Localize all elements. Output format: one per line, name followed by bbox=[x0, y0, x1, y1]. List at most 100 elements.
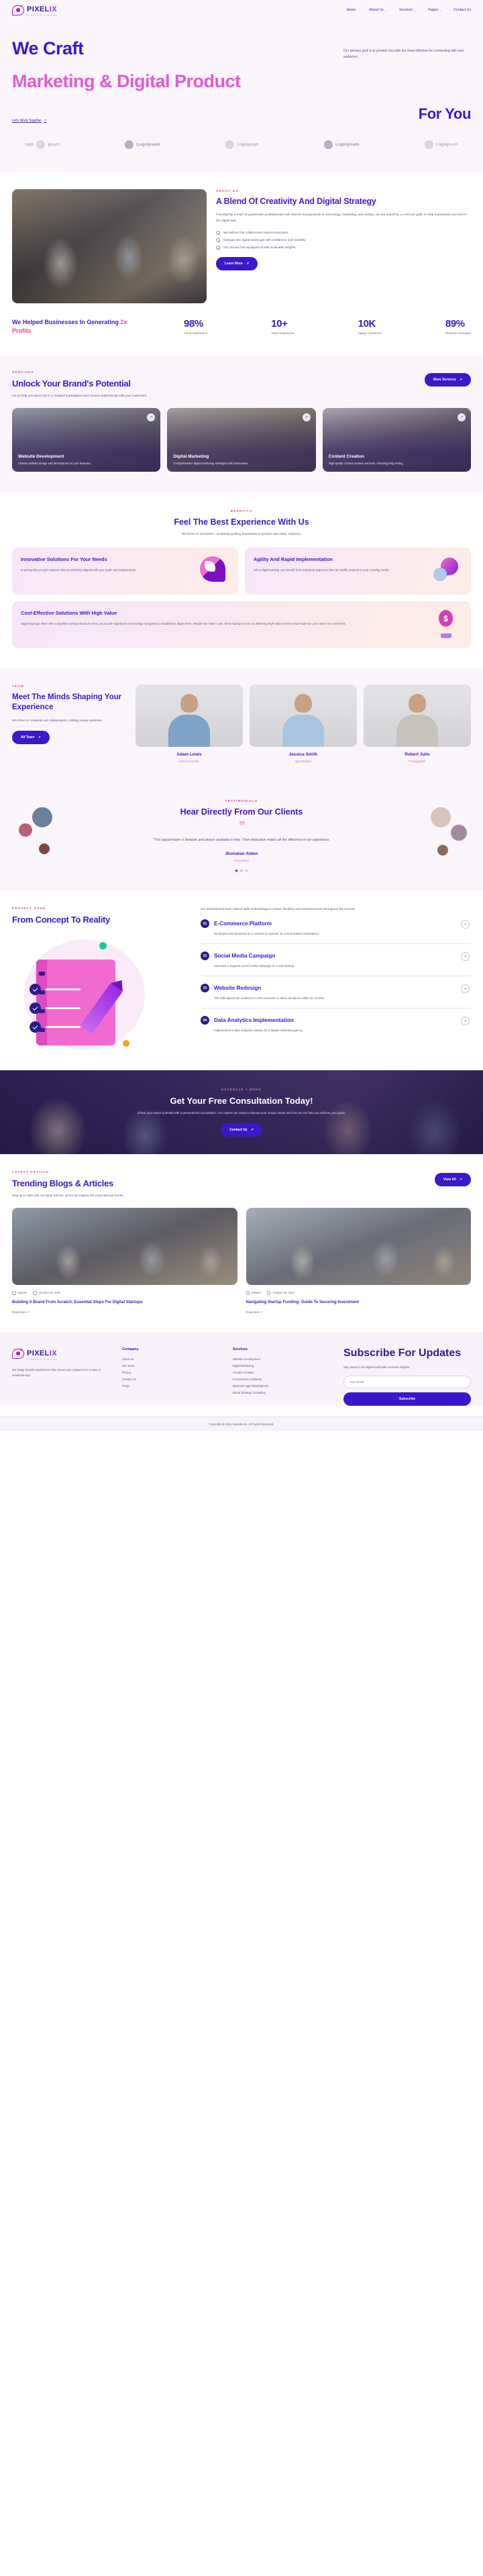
benefit-card-innovative-solutions: Innovative Solutions For Your Needs ensu… bbox=[12, 548, 238, 595]
puzzle-icon bbox=[200, 556, 229, 586]
cta-eyebrow: SCHEDULE A DEMO bbox=[221, 1088, 262, 1092]
about-check-item: Our journey has equipped us with invalua… bbox=[216, 245, 471, 250]
more-services-button[interactable]: More Services ↗ bbox=[424, 372, 471, 387]
contact-us-button[interactable]: Contact Us ↗ bbox=[221, 1123, 262, 1137]
carousel-dots[interactable] bbox=[12, 869, 471, 872]
date-meta: October 30, 2024 bbox=[266, 1291, 294, 1295]
stats-section: We Helped Businesses In Generating 2x Pr… bbox=[0, 315, 483, 356]
service-card-content-creation[interactable]: ↗ Content Creation High-quality content … bbox=[322, 408, 471, 472]
services-header: SERVICES Unlock Your Brand's Potential M… bbox=[12, 370, 471, 389]
subscribe-button[interactable]: Subscribe bbox=[343, 1392, 471, 1406]
view-all-button[interactable]: View All ↗ bbox=[434, 1172, 471, 1186]
user-icon bbox=[12, 1291, 16, 1295]
footer-link[interactable]: E-Commerce Solutions bbox=[233, 1378, 334, 1381]
blog-post-title: Building A Brand From Scratch: Essential… bbox=[12, 1300, 143, 1304]
nav-item-pages[interactable]: Pages ⌄ bbox=[428, 8, 441, 12]
blog-eyebrow: LATEST ARTICLE bbox=[12, 1170, 50, 1174]
check-circle-icon bbox=[216, 245, 220, 250]
blog-title: Trending Blogs & Articles bbox=[12, 1178, 113, 1188]
footer-link[interactable]: FAQs bbox=[122, 1384, 223, 1388]
project-item-website-redesign[interactable]: 03 Website Redesign ↗ The redesigned site… bbox=[201, 976, 471, 1009]
blog-post-meta: adsamr October 30, 2024 bbox=[246, 1291, 472, 1295]
arrow-up-right-icon[interactable]: ↗ bbox=[302, 413, 311, 422]
about-section: ABOUT US A Blend Of Creativity And Digit… bbox=[0, 172, 483, 316]
carousel-dot[interactable] bbox=[235, 869, 238, 872]
arrow-up-right-icon[interactable]: ↗ bbox=[457, 413, 466, 422]
footer-link[interactable]: Pricing bbox=[122, 1371, 223, 1374]
footer-link[interactable]: Digital Marketing bbox=[233, 1364, 334, 1368]
client-logo: Logoipsum bbox=[424, 140, 458, 150]
footer-link[interactable]: Brand Strategy Consulting bbox=[233, 1391, 334, 1394]
carousel-dot[interactable] bbox=[245, 869, 248, 872]
service-card-digital-marketing[interactable]: ↗ Digital Marketing Comprehensive digita… bbox=[167, 408, 316, 472]
author-meta: adsamr bbox=[12, 1291, 27, 1295]
logo-name-primary: PIXEL bbox=[27, 5, 50, 13]
arrow-up-right-icon: ↗ bbox=[459, 1177, 462, 1182]
stat-item: 98% Client Satisfaction bbox=[184, 318, 208, 336]
testimonials-eyebrow: TESTIMONIALS bbox=[225, 799, 258, 803]
footer-link[interactable]: Business Apps Development bbox=[233, 1384, 334, 1388]
projects-eyebrow: PROJECT DONE bbox=[12, 907, 46, 910]
arrow-up-right-icon[interactable]: ↗ bbox=[147, 413, 156, 422]
blog-post-card[interactable]: adsamr October 30, 2024 Building A Brand… bbox=[12, 1208, 237, 1314]
testimonial-role: Designation bbox=[233, 858, 250, 862]
footer-link[interactable]: About Us bbox=[122, 1357, 223, 1361]
footer-link[interactable]: Our Team bbox=[122, 1364, 223, 1368]
carousel-dot[interactable] bbox=[240, 869, 243, 872]
blog-post-title: Navigating Startup Funding: Guide To Sec… bbox=[246, 1300, 360, 1304]
project-item-social-media-campaign[interactable]: 02 Social Media Campaign ↗ Executed a tar… bbox=[201, 944, 471, 977]
projects-section: PROJECT DONE From Concept To Reality Our… bbox=[0, 890, 483, 1070]
chevron-down-icon: ⌄ bbox=[384, 8, 387, 12]
nav-item-services[interactable]: Services ⌄ bbox=[399, 8, 416, 12]
service-card-website-development[interactable]: ↗ Website Development Custom website des… bbox=[12, 408, 161, 472]
email-field[interactable] bbox=[343, 1375, 471, 1388]
footer-link[interactable]: Website Development bbox=[233, 1357, 334, 1361]
team-section: TEAM Meet The Minds Shaping Your Experie… bbox=[0, 668, 483, 784]
client-logo: Logoipsum bbox=[323, 140, 359, 150]
footer-logo[interactable]: PIXELIX STARTUP DIGITAL bbox=[12, 1347, 113, 1361]
hero-bottom-row: Let's Work Together ↗ For You bbox=[12, 105, 471, 123]
blog-post-card[interactable]: adsamr October 30, 2024 Navigating Start… bbox=[246, 1208, 472, 1314]
date-meta: October 30, 2024 bbox=[33, 1291, 60, 1295]
arrow-up-right-icon: ↗ bbox=[459, 377, 462, 382]
blog-subtitle: Stay up to date with our latest articles… bbox=[12, 1194, 124, 1197]
footer-services-heading: Services bbox=[233, 1347, 248, 1351]
footer-link[interactable]: Content Creation bbox=[233, 1371, 334, 1374]
benefit-card-agility-rapid-implementation: Agility And Rapid Implementation with a … bbox=[245, 548, 471, 595]
benefits-subtitle: We thrive on innovation, constantly push… bbox=[181, 532, 302, 536]
nav-item-contact-us[interactable]: Contact Us bbox=[453, 8, 471, 12]
team-member-card[interactable]: Jessica Smith App Designer bbox=[250, 684, 357, 763]
quote-icon: ❞ bbox=[239, 819, 246, 833]
chevron-down-icon: ⌄ bbox=[413, 8, 417, 12]
stats-grid: 98% Client Satisfaction 10+ Years Experien… bbox=[157, 318, 471, 335]
footer-brand-column: PIXELIX STARTUP DIGITAL We design brands… bbox=[12, 1347, 113, 1406]
benefits-eyebrow: BENEFITS bbox=[230, 509, 253, 513]
footer-subscribe-column: Subscribe For Updates Stay ahead in the … bbox=[343, 1347, 471, 1406]
team-intro: TEAM Meet The Minds Shaping Your Experie… bbox=[12, 684, 126, 763]
team-member-card[interactable]: Robert Julio Photographer bbox=[364, 684, 471, 763]
footer-link[interactable]: Contact Us bbox=[122, 1378, 223, 1381]
avatar bbox=[136, 684, 243, 748]
benefits-section: BENEFITS Feel The Best Experience With U… bbox=[0, 492, 483, 669]
project-item-data-analytics-implementation[interactable]: 04 Data Analytics Implementation ↗ Implem… bbox=[201, 1009, 471, 1040]
team-title: Meet The Minds Shaping Your Experience bbox=[12, 693, 122, 712]
about-checklist: We believe that collaboration fosters in… bbox=[216, 230, 471, 250]
chevron-down-icon: ⌄ bbox=[439, 8, 442, 12]
project-item-e-commerce-platform[interactable]: 01 E-Commerce Platform ↗ Developed and la… bbox=[201, 912, 471, 945]
hero-subtext: Our primary goal is to provide you with … bbox=[343, 49, 464, 59]
read-more-link[interactable]: Read More ↗ bbox=[246, 1310, 472, 1314]
learn-more-button[interactable]: Learn More ↗ bbox=[216, 256, 258, 270]
logo-tagline: STARTUP DIGITAL bbox=[27, 13, 58, 17]
all-team-button[interactable]: All Team ↗ bbox=[12, 731, 50, 745]
logo-wordmark: PIXELIX STARTUP DIGITAL bbox=[27, 3, 58, 17]
site-footer: PIXELIX STARTUP DIGITAL We design brands… bbox=[0, 1332, 483, 1406]
team-member-card[interactable]: Adam Lewis CEO & Founder bbox=[136, 684, 243, 763]
stat-item: 10K Happy Customers bbox=[358, 318, 382, 336]
about-title: A Blend Of Creativity And Digital Strate… bbox=[216, 197, 376, 207]
nav-item-about-us[interactable]: About Us ⌄ bbox=[369, 8, 387, 12]
read-more-link[interactable]: Read More ↗ bbox=[12, 1310, 237, 1314]
nav-item-home[interactable]: Home bbox=[346, 8, 357, 12]
team-member-list: Adam Lewis CEO & Founder Jessica Smith A… bbox=[136, 684, 471, 763]
site-logo[interactable]: PIXELIX STARTUP DIGITAL bbox=[12, 3, 58, 17]
services-eyebrow: SERVICES bbox=[12, 370, 34, 374]
